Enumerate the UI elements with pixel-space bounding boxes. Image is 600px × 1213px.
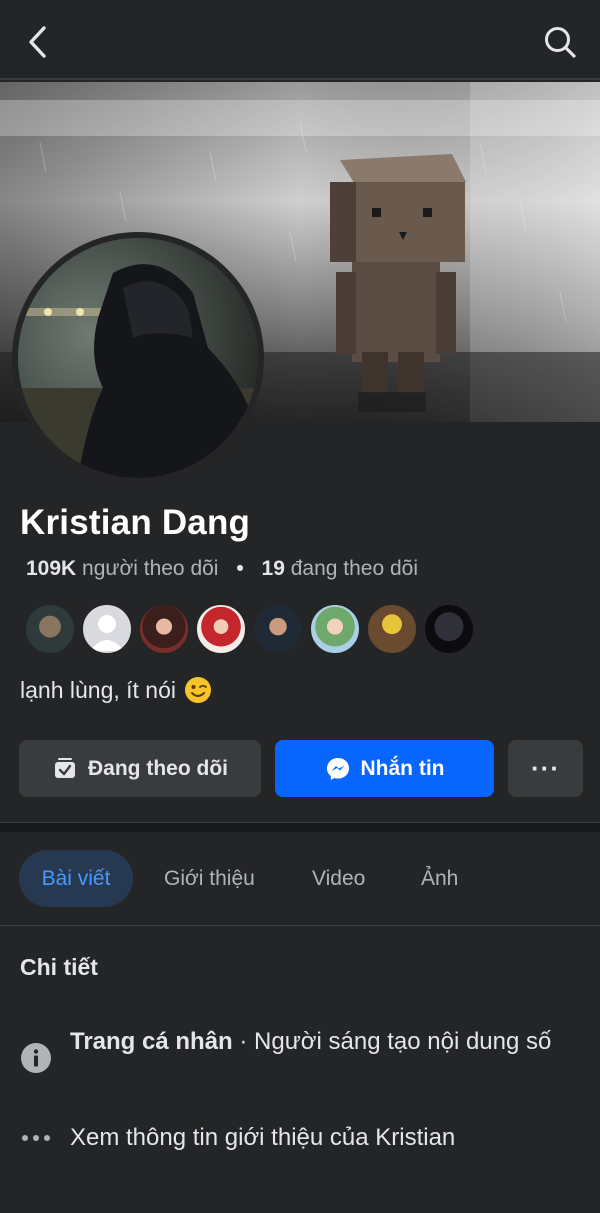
more-horizontal-icon	[22, 1135, 50, 1141]
search-icon	[545, 27, 576, 58]
friend-avatar[interactable]	[195, 603, 247, 655]
details-title: Chi tiết	[20, 954, 98, 980]
following-label[interactable]: đang theo dõi	[291, 557, 418, 580]
following-button[interactable]: Đang theo dõi	[19, 740, 261, 797]
following-button-label: Đang theo dõi	[88, 756, 228, 780]
friend-avatar[interactable]	[252, 603, 304, 655]
page-type-rest: · Người sáng tạo nội dung số	[232, 1028, 552, 1055]
friend-avatar[interactable]	[309, 603, 361, 655]
top-bar	[0, 0, 600, 80]
profile-name: Kristian Dang	[20, 503, 251, 542]
profile-avatar[interactable]	[12, 232, 264, 484]
messenger-icon	[325, 756, 351, 782]
more-options-button[interactable]: ···	[508, 740, 583, 797]
following-check-icon	[52, 756, 78, 782]
message-button[interactable]: Nhắn tin	[275, 740, 494, 797]
winking-face-icon	[184, 676, 212, 704]
friend-avatar[interactable]	[366, 603, 418, 655]
friend-avatar[interactable]	[138, 603, 190, 655]
see-about-info-label: Xem thông tin giới thiệu của Kristian	[70, 1124, 456, 1151]
following-count[interactable]: 19	[262, 557, 285, 580]
followers-label[interactable]: người theo dõi	[82, 557, 218, 580]
tab-video[interactable]: Video	[312, 850, 365, 907]
see-about-info-link[interactable]: Xem thông tin giới thiệu của Kristian	[20, 1120, 580, 1155]
section-divider	[0, 822, 600, 832]
message-button-label: Nhắn tin	[360, 756, 445, 780]
chevron-left-icon	[29, 26, 46, 58]
search-button[interactable]	[536, 18, 584, 66]
friend-avatar[interactable]	[423, 603, 475, 655]
bio-text: lạnh lùng, ít nói	[20, 676, 177, 703]
tab-posts[interactable]: Bài viết	[19, 850, 133, 907]
friend-avatars	[24, 603, 480, 655]
page-type-bold: Trang cá nhân	[70, 1028, 233, 1055]
more-dots-icon: ···	[531, 753, 560, 783]
stats-separator: •	[236, 557, 244, 580]
friend-avatar-placeholder[interactable]	[81, 603, 133, 655]
profile-bio: lạnh lùng, ít nói	[20, 676, 212, 704]
tab-photos[interactable]: Ảnh	[421, 850, 458, 907]
back-button[interactable]	[14, 18, 62, 66]
default-user-icon	[90, 615, 124, 651]
profile-tabs: Bài viết Giới thiệu Video Ảnh	[0, 850, 600, 908]
followers-count[interactable]: 109K	[26, 557, 76, 580]
info-icon	[21, 1043, 51, 1073]
follow-stats: 109K người theo dõi • 19 đang theo dõi	[26, 557, 418, 581]
friend-avatar[interactable]	[24, 603, 76, 655]
detail-page-type: Trang cá nhân · Người sáng tạo nội dung …	[20, 1024, 580, 1074]
tabs-separator	[0, 925, 600, 926]
tab-about[interactable]: Giới thiệu	[164, 850, 255, 907]
